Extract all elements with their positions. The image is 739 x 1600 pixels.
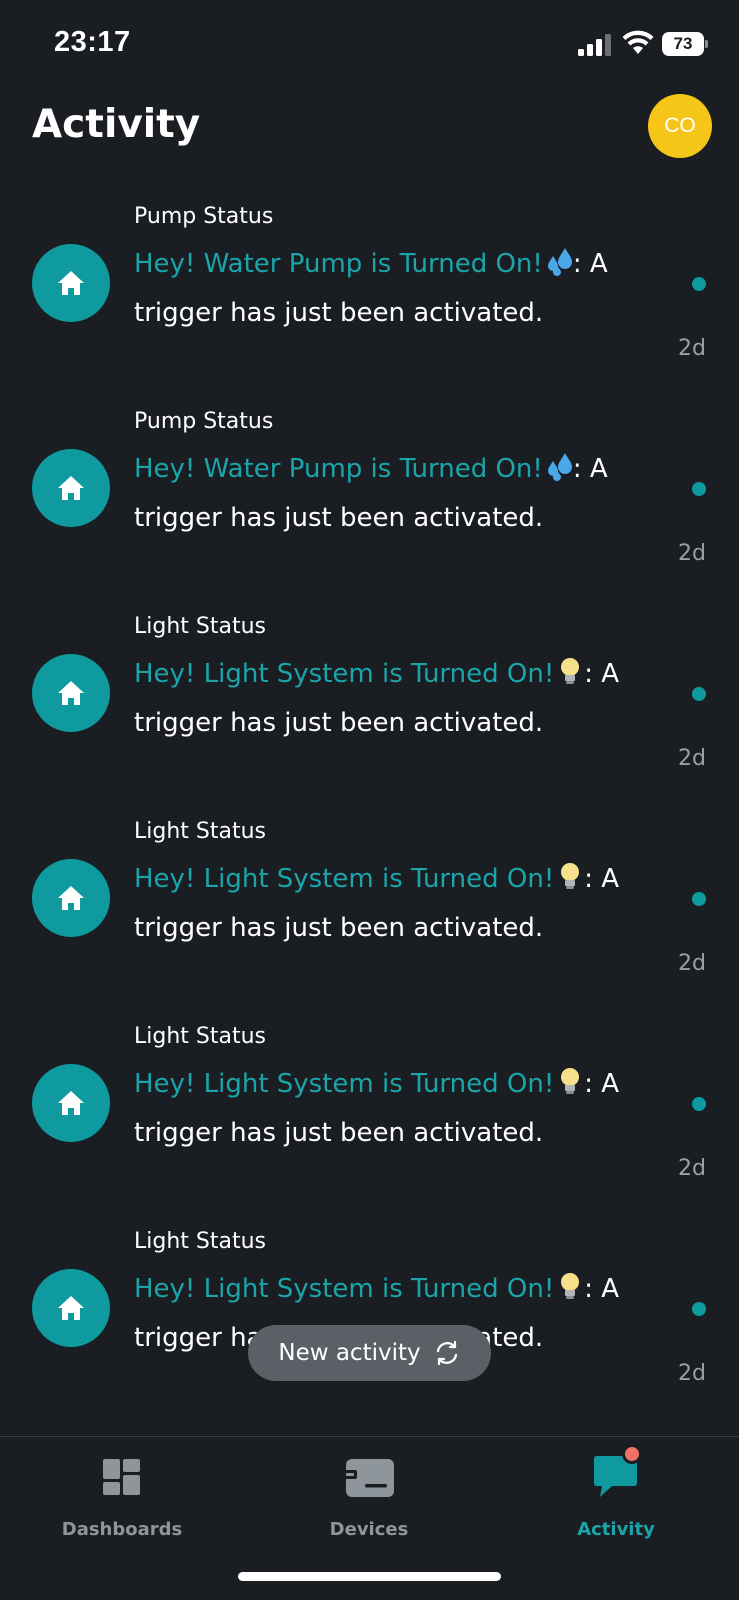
activity-time: 2d xyxy=(678,541,706,566)
activity-highlight: Hey! Light System is Turned On! xyxy=(134,659,555,689)
home-icon xyxy=(32,449,110,527)
home-icon xyxy=(32,654,110,732)
home-icon xyxy=(32,244,110,322)
activity-message: Hey! Water Pump is Turned On!: A trigger… xyxy=(134,445,654,543)
activity-title: Light Status xyxy=(134,614,266,639)
activity-highlight: Hey! Light System is Turned On! xyxy=(134,1069,555,1099)
status-bar: 23:17 73 xyxy=(0,0,739,92)
activity-badge xyxy=(622,1444,642,1464)
activity-title: Pump Status xyxy=(134,204,274,229)
activity-body: trigger has just been activated. xyxy=(134,298,544,328)
page-title: Activity xyxy=(32,102,201,147)
tab-label: Devices xyxy=(329,1519,409,1540)
light-bulb-emoji-icon xyxy=(561,1068,580,1094)
activity-message: Hey! Water Pump is Turned On!: A trigger… xyxy=(134,240,654,338)
unread-indicator xyxy=(692,482,706,496)
battery-level: 73 xyxy=(673,34,693,53)
activity-title: Light Status xyxy=(134,1229,266,1254)
light-bulb-emoji-icon xyxy=(561,863,580,889)
new-activity-button[interactable]: New activity xyxy=(248,1325,491,1381)
home-icon xyxy=(32,1064,110,1142)
activity-highlight: Hey! Light System is Turned On! xyxy=(134,864,555,894)
dashboards-icon xyxy=(103,1459,140,1495)
home-icon xyxy=(32,859,110,937)
droplets-emoji-icon xyxy=(547,453,572,481)
activity-body: trigger has just been activated. xyxy=(134,913,544,943)
devices-icon xyxy=(343,1459,394,1497)
activity-item[interactable]: Light Status Hey! Light System is Turned… xyxy=(0,1010,739,1215)
light-bulb-emoji-icon xyxy=(561,658,580,684)
activity-list[interactable]: Pump Status Hey! Water Pump is Turned On… xyxy=(0,190,739,1435)
home-icon xyxy=(32,1269,110,1347)
activity-title: Light Status xyxy=(134,1024,266,1049)
unread-indicator xyxy=(692,1302,706,1316)
light-bulb-emoji-icon xyxy=(561,1273,580,1299)
activity-item[interactable]: Light Status Hey! Light System is Turned… xyxy=(0,805,739,1010)
battery-indicator: 73 xyxy=(662,32,708,56)
user-avatar[interactable]: CO xyxy=(648,94,712,158)
unread-indicator xyxy=(692,892,706,906)
activity-item[interactable]: Light Status Hey! Light System is Turned… xyxy=(0,1215,739,1420)
tab-activity[interactable]: Activity xyxy=(516,1453,716,1553)
tab-label: Activity xyxy=(577,1519,655,1540)
activity-item[interactable]: Pump Status Hey! Water Pump is Turned On… xyxy=(0,190,739,395)
unread-indicator xyxy=(692,1097,706,1111)
wifi-icon xyxy=(622,30,654,54)
activity-title: Light Status xyxy=(134,819,266,844)
droplets-emoji-icon xyxy=(547,248,572,276)
activity-message: Hey! Light System is Turned On!: A trigg… xyxy=(134,650,654,748)
activity-body: trigger has just been activated. xyxy=(134,708,544,738)
activity-title: Pump Status xyxy=(134,409,274,434)
activity-time: 2d xyxy=(678,336,706,361)
activity-highlight: Hey! Water Pump is Turned On! xyxy=(134,454,543,484)
activity-message: Hey! Light System is Turned On!: A trigg… xyxy=(134,1060,654,1158)
cellular-signal-icon xyxy=(578,34,611,56)
unread-indicator xyxy=(692,277,706,291)
activity-time: 2d xyxy=(678,951,706,976)
activity-time: 2d xyxy=(678,746,706,771)
home-indicator[interactable] xyxy=(238,1572,501,1581)
activity-time: 2d xyxy=(678,1156,706,1181)
activity-item[interactable]: Light Status Hey! Light System is Turned… xyxy=(0,600,739,805)
activity-highlight: Hey! Light System is Turned On! xyxy=(134,1274,555,1304)
activity-body: trigger has just been activated. xyxy=(134,1118,544,1148)
activity-item[interactable]: Pump Status Hey! Water Pump is Turned On… xyxy=(0,395,739,600)
refresh-icon xyxy=(436,1340,457,1366)
activity-time: 2d xyxy=(678,1361,706,1386)
tab-dashboards[interactable]: Dashboards xyxy=(22,1453,222,1553)
new-activity-label: New activity xyxy=(278,1340,421,1366)
activity-message: Hey! Light System is Turned On!: A trigg… xyxy=(134,855,654,953)
activity-highlight: Hey! Water Pump is Turned On! xyxy=(134,249,543,279)
tab-devices[interactable]: Devices xyxy=(269,1453,469,1553)
tab-label: Dashboards xyxy=(61,1519,183,1540)
unread-indicator xyxy=(692,687,706,701)
status-time: 23:17 xyxy=(54,26,131,58)
activity-body: trigger has just been activated. xyxy=(134,503,544,533)
